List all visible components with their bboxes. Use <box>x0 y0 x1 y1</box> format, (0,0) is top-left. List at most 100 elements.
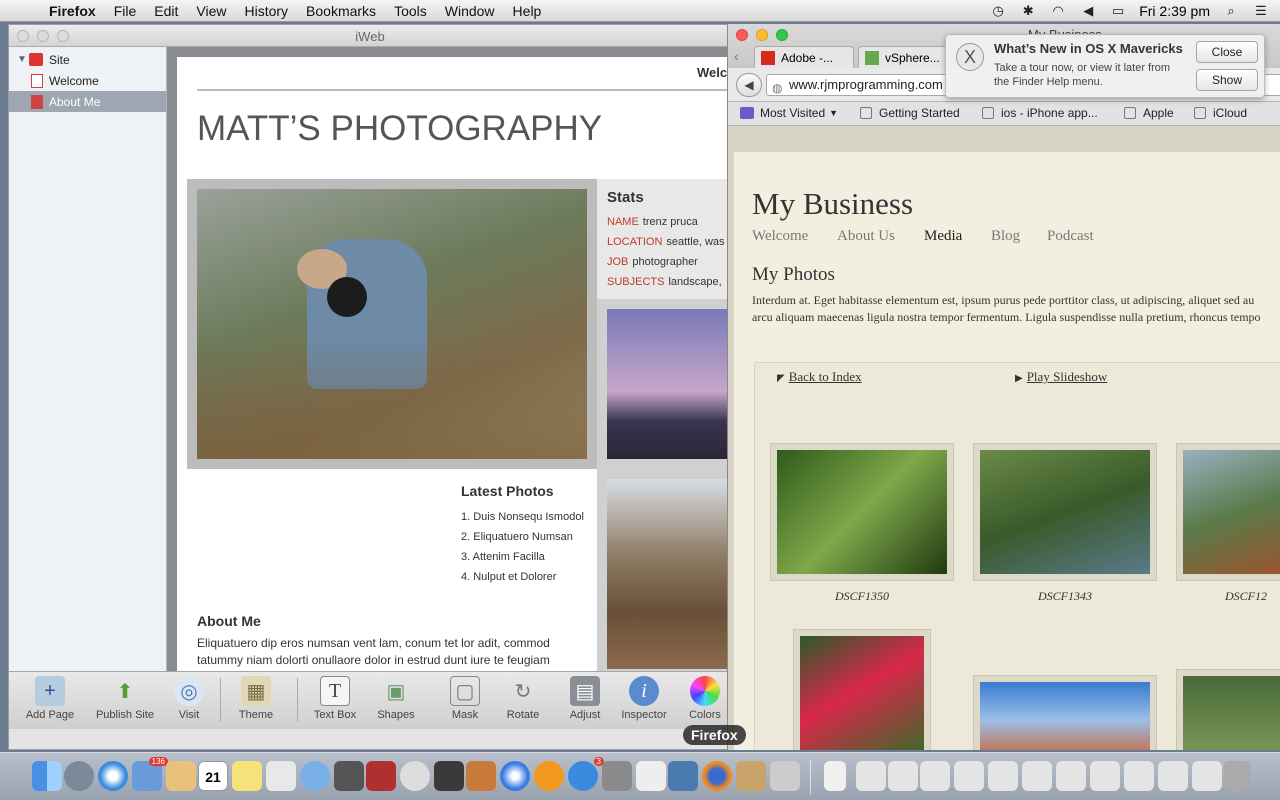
contacts-icon[interactable] <box>166 761 196 791</box>
bookmark-apple[interactable]: Apple <box>1124 106 1174 120</box>
web-content[interactable]: My Business Welcome About Us Media Blog … <box>728 126 1280 750</box>
reminders-icon[interactable] <box>266 761 296 791</box>
close-window-icon[interactable] <box>736 29 748 41</box>
latest-photo-item[interactable]: 1. Duis Nonsequ Ismodol <box>461 511 584 523</box>
great-wall-photo[interactable] <box>607 479 731 669</box>
iweb-titlebar[interactable]: iWeb <box>9 25 731 47</box>
battery-icon[interactable]: ▭ <box>1109 3 1127 18</box>
latest-photo-item[interactable]: 4. Nulput et Dolorer <box>461 571 556 583</box>
main-photo-frame[interactable] <box>187 179 597 469</box>
document-icon[interactable] <box>824 761 846 791</box>
shapes-button[interactable]: ▣ Shapes <box>375 676 417 722</box>
xcode-icon[interactable] <box>668 761 698 791</box>
rotate-button[interactable]: ↻ Rotate <box>503 676 543 722</box>
tab-adobe[interactable]: Adobe -... <box>754 46 854 68</box>
menu-app-firefox[interactable]: Firefox <box>40 3 105 19</box>
bluetooth-icon[interactable]: ✱ <box>1019 3 1037 18</box>
nav-about-us[interactable]: About Us <box>837 228 895 245</box>
site-identity-icon[interactable]: ◍ <box>772 78 782 95</box>
calendar-icon[interactable]: 21 <box>198 761 228 791</box>
menu-window[interactable]: Window <box>436 3 504 19</box>
menu-bookmarks[interactable]: Bookmarks <box>297 3 385 19</box>
no-entry-icon[interactable] <box>400 761 430 791</box>
visit-button[interactable]: ◎ Visit <box>169 676 209 721</box>
gallery-thumb-2[interactable] <box>973 443 1157 581</box>
mask-button[interactable]: ▢ Mask <box>447 676 483 721</box>
thumbnail-frame-1[interactable] <box>597 299 731 469</box>
gallery-thumb-4[interactable] <box>793 629 931 750</box>
disclosure-triangle-icon[interactable]: ▼ <box>15 54 29 65</box>
minimized-window-icon[interactable] <box>1192 761 1222 791</box>
nav-blog[interactable]: Blog <box>991 228 1020 245</box>
tree-item-about-me[interactable]: About Me <box>9 91 166 112</box>
safari-icon[interactable] <box>98 761 128 791</box>
launchpad-icon[interactable] <box>64 761 94 791</box>
menubar-clock[interactable]: Fri 2:39 pm <box>1139 3 1210 19</box>
minimized-window-icon[interactable] <box>954 761 984 791</box>
photo-booth-icon[interactable] <box>366 761 396 791</box>
play-slideshow-link[interactable]: ▶ Play Slideshow <box>1015 369 1107 385</box>
textedit-icon[interactable] <box>636 761 666 791</box>
minimized-window-icon[interactable] <box>1056 761 1086 791</box>
menu-file[interactable]: File <box>105 3 146 19</box>
garageband-icon[interactable] <box>466 761 496 791</box>
latest-photo-item[interactable]: 2. Eliquatuero Numsan <box>461 531 573 543</box>
notification-center-icon[interactable]: ☰ <box>1252 3 1270 18</box>
colors-button[interactable]: Colors <box>685 676 725 721</box>
about-me-page[interactable]: Welco MATT’S PHOTOGRAPHY Stats NAMEtrenz… <box>177 57 731 671</box>
notes-icon[interactable] <box>232 761 262 791</box>
zoom-window-icon[interactable] <box>776 29 788 41</box>
minimized-window-icon[interactable] <box>988 761 1018 791</box>
ibooks-icon[interactable] <box>534 761 564 791</box>
menu-help[interactable]: Help <box>504 3 551 19</box>
inspector-button[interactable]: i Inspector <box>619 676 669 721</box>
gallery-thumb-6[interactable] <box>1176 669 1280 750</box>
minimized-window-icon[interactable] <box>1090 761 1120 791</box>
facetime-icon[interactable] <box>334 761 364 791</box>
add-page-button[interactable]: + Add Page <box>21 676 79 721</box>
utility-icon[interactable] <box>770 761 800 791</box>
about-me-text[interactable]: Eliquatuero dip eros numsan vent lam, co… <box>197 635 577 669</box>
page-title[interactable]: MATT’S PHOTOGRAPHY <box>197 109 602 149</box>
nav-welcome-fragment[interactable]: Welco <box>697 65 731 80</box>
bookmark-icloud[interactable]: iCloud <box>1194 106 1247 120</box>
back-button[interactable]: ◀ <box>736 73 762 97</box>
nav-podcast[interactable]: Podcast <box>1047 228 1094 245</box>
minimized-window-icon[interactable] <box>888 761 918 791</box>
firefox-icon[interactable] <box>702 761 732 791</box>
nav-media[interactable]: Media <box>924 228 962 245</box>
thumbnail-frame-2[interactable] <box>597 469 731 671</box>
page-canvas[interactable]: Welco MATT’S PHOTOGRAPHY Stats NAMEtrenz… <box>167 47 731 671</box>
tree-item-site[interactable]: ▼ Site <box>9 49 166 70</box>
spotlight-search-icon[interactable]: ⌕ <box>1222 3 1240 18</box>
menu-edit[interactable]: Edit <box>145 3 187 19</box>
iphoto-icon[interactable] <box>736 761 766 791</box>
latest-photo-item[interactable]: 3. Attenim Facilla <box>461 551 545 563</box>
minimize-window-icon[interactable] <box>756 29 768 41</box>
itunes-icon[interactable] <box>500 761 530 791</box>
back-to-index-link[interactable]: ◤ Back to Index <box>777 369 862 385</box>
minimized-window-icon[interactable] <box>1158 761 1188 791</box>
finder-icon[interactable] <box>32 761 62 791</box>
app-store-icon[interactable]: 3 <box>568 757 604 791</box>
messages-icon[interactable] <box>300 761 330 791</box>
stats-box[interactable]: Stats NAME trenz pruca LOCATION seattle, w… <box>597 179 731 299</box>
volume-icon[interactable]: ◀ <box>1079 3 1097 18</box>
tree-item-welcome[interactable]: Welcome <box>9 70 166 91</box>
minimized-window-icon[interactable] <box>856 761 886 791</box>
tab-vsphere[interactable]: vSphere... <box>858 46 954 68</box>
wifi-icon[interactable]: ◠ <box>1049 3 1067 18</box>
theme-button[interactable]: ▦ Theme <box>233 676 279 721</box>
gallery-thumb-1[interactable] <box>770 443 954 581</box>
minimized-window-icon[interactable] <box>920 761 950 791</box>
nav-welcome[interactable]: Welcome <box>752 228 808 245</box>
bookmark-most-visited[interactable]: Most Visited ▼ <box>740 106 838 120</box>
time-machine-icon[interactable]: ◷ <box>989 3 1007 18</box>
notification-show-button[interactable]: Show <box>1196 69 1258 91</box>
stones-sunset-photo[interactable] <box>607 309 731 459</box>
bookmark-getting-started[interactable]: Getting Started <box>860 106 960 120</box>
mavericks-notification[interactable]: X What’s New in OS X Mavericks Take a to… <box>945 34 1265 98</box>
gallery-thumb-5[interactable] <box>973 675 1157 750</box>
menu-tools[interactable]: Tools <box>385 3 436 19</box>
trash-icon[interactable] <box>1224 761 1250 791</box>
